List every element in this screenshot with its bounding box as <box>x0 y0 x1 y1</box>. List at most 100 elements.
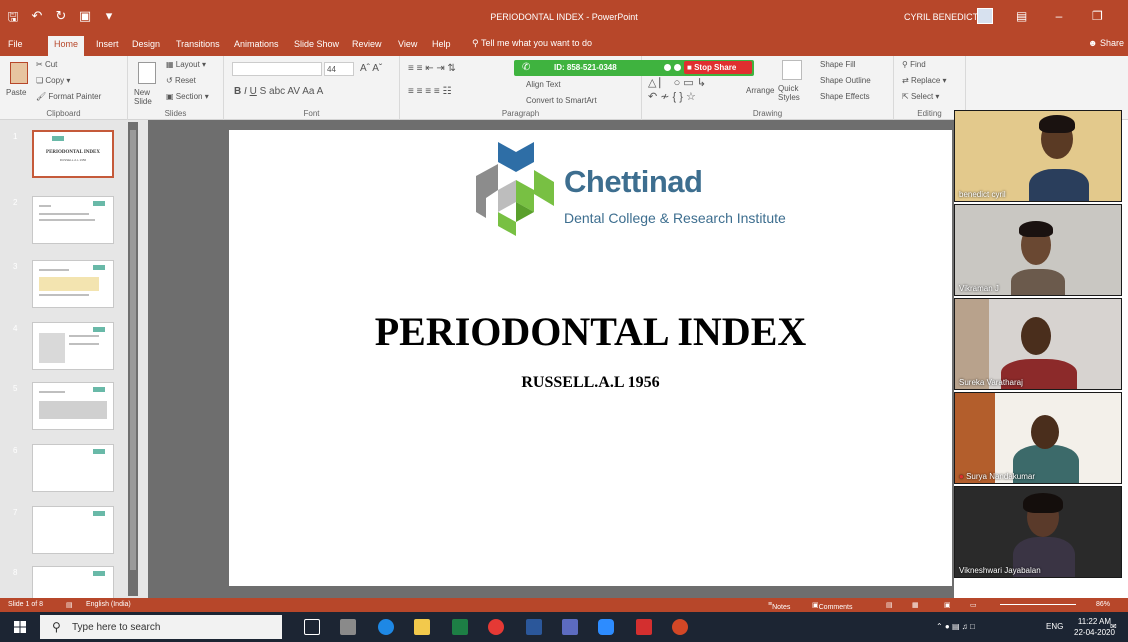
tab-slide-show[interactable]: Slide Show <box>290 38 343 50</box>
replace-button[interactable]: ⇄ Replace ▾ <box>902 76 947 85</box>
slide-thumbnail[interactable] <box>32 444 114 492</box>
select-button[interactable]: ⇱ Select ▾ <box>902 92 939 101</box>
quick-styles-button[interactable]: Quick Styles <box>778 84 812 102</box>
convert-smartart-button[interactable]: Convert to SmartArt <box>526 96 597 105</box>
slide-sorter-icon[interactable]: ▦ <box>912 601 919 609</box>
notes-button[interactable]: ≡ Notes <box>768 601 790 611</box>
thumbnail-item[interactable]: 2 <box>0 196 128 250</box>
arrange-button[interactable]: Arrange <box>746 86 774 95</box>
tab-transitions[interactable]: Transitions <box>172 38 224 50</box>
thumbnail-item[interactable]: 1 PERIODONTAL INDEX RUSSELL.A.L 1956 <box>0 130 128 184</box>
file-explorer-icon[interactable] <box>414 619 430 635</box>
font-size-select[interactable]: 44 <box>324 62 354 76</box>
shape-effects-button[interactable]: Shape Effects <box>820 92 870 101</box>
cut-button[interactable]: ✂ Cut <box>36 60 57 69</box>
paste-button[interactable]: Paste <box>6 88 26 97</box>
participant-video[interactable]: Sureka Varatharaj <box>954 298 1122 390</box>
slide-thumbnail[interactable]: PERIODONTAL INDEX RUSSELL.A.L 1956 <box>32 130 114 178</box>
thumbnail-item[interactable]: 7 <box>0 506 128 560</box>
tell-me-search[interactable]: ⚲ Tell me what you want to do <box>472 38 592 49</box>
thumbnail-item[interactable]: 3 <box>0 260 128 314</box>
participant-video[interactable]: Vikneshwari Jayabalan <box>954 486 1122 578</box>
language-status[interactable]: English (India) <box>86 601 131 608</box>
slide-thumbnail[interactable] <box>32 322 114 370</box>
word-icon[interactable] <box>526 619 542 635</box>
tab-review[interactable]: Review <box>348 38 386 50</box>
chrome-icon[interactable] <box>488 619 504 635</box>
shape-fill-button[interactable]: Shape Fill <box>820 60 856 69</box>
app-icon[interactable] <box>340 619 356 635</box>
copy-button[interactable]: ❏ Copy ▾ <box>36 76 70 85</box>
thumbnail-scrollbar-thumb[interactable] <box>130 130 136 570</box>
pdf-icon[interactable] <box>636 619 652 635</box>
font-name-select[interactable] <box>232 62 322 76</box>
zoom-slider[interactable] <box>1000 604 1076 605</box>
format-painter-button[interactable]: 🖌 Format Painter <box>36 92 101 101</box>
tab-insert[interactable]: Insert <box>92 38 123 50</box>
user-name[interactable]: CYRIL BENEDICT <box>904 12 978 22</box>
align-icons[interactable]: ≡ ≡ ≡ ≡ ☷ <box>408 86 451 97</box>
minimize-icon[interactable]: – <box>1054 9 1064 23</box>
tab-design[interactable]: Design <box>128 38 164 50</box>
section-button[interactable]: ▣ Section ▾ <box>166 92 209 101</box>
paste-icon[interactable] <box>10 62 28 84</box>
task-view-icon[interactable] <box>304 619 320 635</box>
lock-icon[interactable] <box>674 64 681 71</box>
shapes-gallery[interactable]: △ ⎸ ○ ▭ ↳ <box>648 76 706 90</box>
find-button[interactable]: ⚲ Find <box>902 60 926 69</box>
slideshow-view-icon[interactable]: ▭ <box>970 601 977 609</box>
new-slide-icon[interactable] <box>138 62 156 84</box>
list-icons[interactable]: ≡ ≡ ⇤ ⇥ ⇅ <box>408 63 456 74</box>
thumbnail-item[interactable]: 5 <box>0 382 128 436</box>
zoom-icon[interactable] <box>598 619 614 635</box>
windows-start-icon[interactable] <box>14 621 26 633</box>
slide-thumbnail[interactable] <box>32 566 114 598</box>
comments-button[interactable]: ▣ Comments <box>812 601 852 611</box>
grow-font-icon[interactable]: Aˆ Aˇ <box>360 63 382 74</box>
accessibility-icon[interactable]: ▤ <box>66 601 73 609</box>
participant-video[interactable]: Vikraman J <box>954 204 1122 296</box>
share-button[interactable]: ☻ Share <box>1088 38 1124 48</box>
input-language[interactable]: ENG <box>1046 622 1063 631</box>
layout-button[interactable]: ▦ Layout ▾ <box>166 60 206 69</box>
thumbnail-item[interactable]: 4 <box>0 322 128 376</box>
stop-share-button[interactable]: ■ Stop Share <box>684 61 752 74</box>
edge-icon[interactable] <box>378 619 394 635</box>
slide-thumbnail[interactable] <box>32 196 114 244</box>
new-slide-button[interactable]: New Slide <box>134 88 164 106</box>
phone-icon[interactable]: ✆ <box>522 62 530 73</box>
current-slide[interactable]: Chettinad Dental College & Research Inst… <box>229 130 952 586</box>
slide-title[interactable]: PERIODONTAL INDEX <box>229 308 952 355</box>
tab-file[interactable]: File <box>4 38 27 50</box>
clock[interactable]: 11:22 AM 22-04-2020 <box>1074 616 1115 638</box>
shape-outline-button[interactable]: Shape Outline <box>820 76 871 85</box>
avatar[interactable] <box>977 8 993 24</box>
ribbon-display-icon[interactable]: ▤ <box>1016 9 1027 23</box>
participant-video[interactable]: benedict cyril <box>954 110 1122 202</box>
tab-view[interactable]: View <box>394 38 421 50</box>
font-format-icons[interactable]: B I U S abc AV Aa A <box>234 86 323 97</box>
thumbnail-item[interactable]: 6 <box>0 444 128 498</box>
quick-styles-icon[interactable] <box>782 60 802 80</box>
thumbnail-item[interactable]: 8 <box>0 566 128 598</box>
reset-button[interactable]: ↺ Reset <box>166 76 196 85</box>
slide-subtitle[interactable]: RUSSELL.A.L 1956 <box>229 374 952 392</box>
taskbar-search[interactable]: ⚲ Type here to search <box>40 615 282 639</box>
participant-video[interactable]: ● Surya Nandakumar <box>954 392 1122 484</box>
reading-view-icon[interactable]: ▣ <box>944 601 951 609</box>
tab-animations[interactable]: Animations <box>230 38 283 50</box>
shield-icon[interactable] <box>664 64 671 71</box>
excel-icon[interactable] <box>452 619 468 635</box>
align-text-button[interactable]: Align Text <box>526 80 561 89</box>
zoom-level[interactable]: 86% <box>1096 601 1110 608</box>
teams-icon[interactable] <box>562 619 578 635</box>
slide-thumbnail[interactable] <box>32 260 114 308</box>
normal-view-icon[interactable]: ▤ <box>886 601 893 609</box>
slide-thumbnail[interactable] <box>32 506 114 554</box>
slide-thumbnail[interactable] <box>32 382 114 430</box>
tray-icons[interactable]: ⌃ ● ▤ ♫ □ <box>936 622 975 631</box>
shapes-gallery-row2[interactable]: ↶ ≁ { } ☆ <box>648 90 696 103</box>
maximize-icon[interactable]: ❐ <box>1092 9 1103 23</box>
powerpoint-icon[interactable] <box>672 619 688 635</box>
notifications-icon[interactable]: ✉ <box>1110 622 1117 631</box>
